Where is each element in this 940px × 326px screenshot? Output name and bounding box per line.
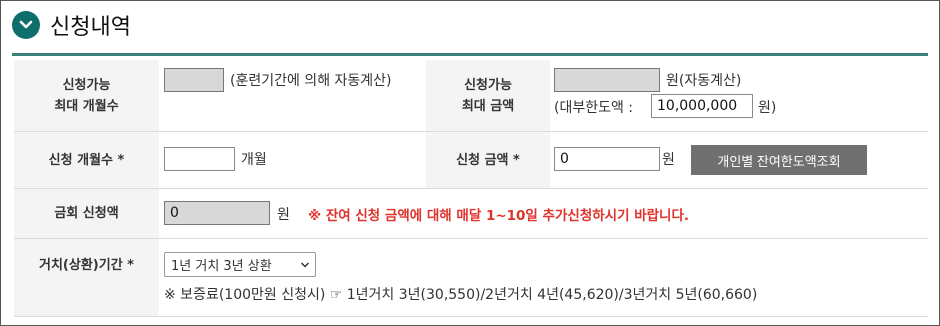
max-amount-field — [554, 68, 660, 92]
cell-repayment-period: 1년 거치 3년 상환 ※ 보증료(100만원 신청시) ☞ 1년거치 3년(3… — [159, 239, 928, 316]
label-max-amount-line1: 신청가능 — [464, 77, 512, 93]
cell-max-months: (훈련기간에 의해 자동계산) — [159, 60, 426, 131]
label-request-months: 신청 개월수 * — [14, 132, 159, 188]
chevron-down-icon — [19, 20, 33, 29]
cell-request-amount: 0 원 개인별 잔여한도액조회 — [550, 132, 928, 188]
amount-unit: 원 — [662, 152, 675, 168]
current-request-unit: 원 — [277, 207, 290, 223]
row-request: 신청 개월수 * 개월 신청 금액 * 0 원 개인별 잔여한도액조회 — [14, 132, 928, 189]
request-amount-input[interactable]: 0 — [554, 147, 660, 171]
auto-amount-note: 원(자동계산) — [666, 73, 742, 89]
label-max-amount: 신청가능 최대 금액 — [426, 60, 550, 131]
collapse-toggle[interactable] — [12, 11, 40, 39]
current-request-field: 0 — [164, 201, 270, 225]
auto-calc-note: (훈련기간에 의해 자동계산) — [230, 73, 392, 89]
chevron-down-icon — [300, 262, 310, 268]
label-repayment-period: 거치(상환)기간 * — [14, 239, 159, 316]
cell-max-amount: 원(자동계산) (대부한도액 : 10,000,000 원) — [550, 60, 928, 131]
repayment-period-select[interactable]: 1년 거치 3년 상환 — [164, 252, 316, 277]
section-header: 신청내역 — [12, 9, 131, 41]
remaining-limit-lookup-button[interactable]: 개인별 잔여한도액조회 — [691, 145, 867, 175]
label-max-months: 신청가능 최대 개월수 — [14, 60, 159, 131]
row-current-request: 금회 신청액 0 원 ※ 잔여 신청 금액에 대해 매달 1~10일 추가신청하… — [14, 189, 928, 239]
application-panel: 신청내역 신청가능 최대 개월수 (훈련기간에 의해 자동계산) 신청가능 최대… — [0, 0, 940, 326]
row-repayment-period: 거치(상환)기간 * 1년 거치 3년 상환 ※ 보증료(100만원 신청시) … — [14, 239, 928, 317]
header-divider — [12, 53, 928, 56]
label-request-amount: 신청 금액 * — [426, 132, 550, 188]
max-months-field — [164, 68, 224, 92]
label-max-months-line1: 신청가능 — [62, 77, 111, 93]
months-unit: 개월 — [241, 152, 267, 168]
limit-prefix: (대부한도액 : — [554, 100, 634, 116]
loan-limit-field[interactable]: 10,000,000 — [651, 94, 753, 118]
request-months-input[interactable] — [164, 147, 235, 171]
additional-request-notice: ※ 잔여 신청 금액에 대해 매달 1~10일 추가신청하시기 바랍니다. — [308, 208, 690, 224]
guarantee-fee-note: ※ 보증료(100만원 신청시) ☞ 1년거치 3년(30,550)/2년거치 … — [164, 287, 758, 303]
label-max-amount-line2: 최대 금액 — [461, 98, 515, 114]
section-title: 신청내역 — [50, 15, 131, 40]
cell-request-months: 개월 — [159, 132, 426, 188]
label-max-months-line2: 최대 개월수 — [54, 98, 119, 114]
cell-current-request: 0 원 ※ 잔여 신청 금액에 대해 매달 1~10일 추가신청하시기 바랍니다… — [159, 189, 928, 238]
label-current-request: 금회 신청액 — [14, 189, 159, 238]
repayment-period-selected: 1년 거치 3년 상환 — [171, 259, 272, 274]
limit-suffix: 원) — [758, 100, 777, 116]
row-max-available: 신청가능 최대 개월수 (훈련기간에 의해 자동계산) 신청가능 최대 금액 원… — [14, 60, 928, 132]
